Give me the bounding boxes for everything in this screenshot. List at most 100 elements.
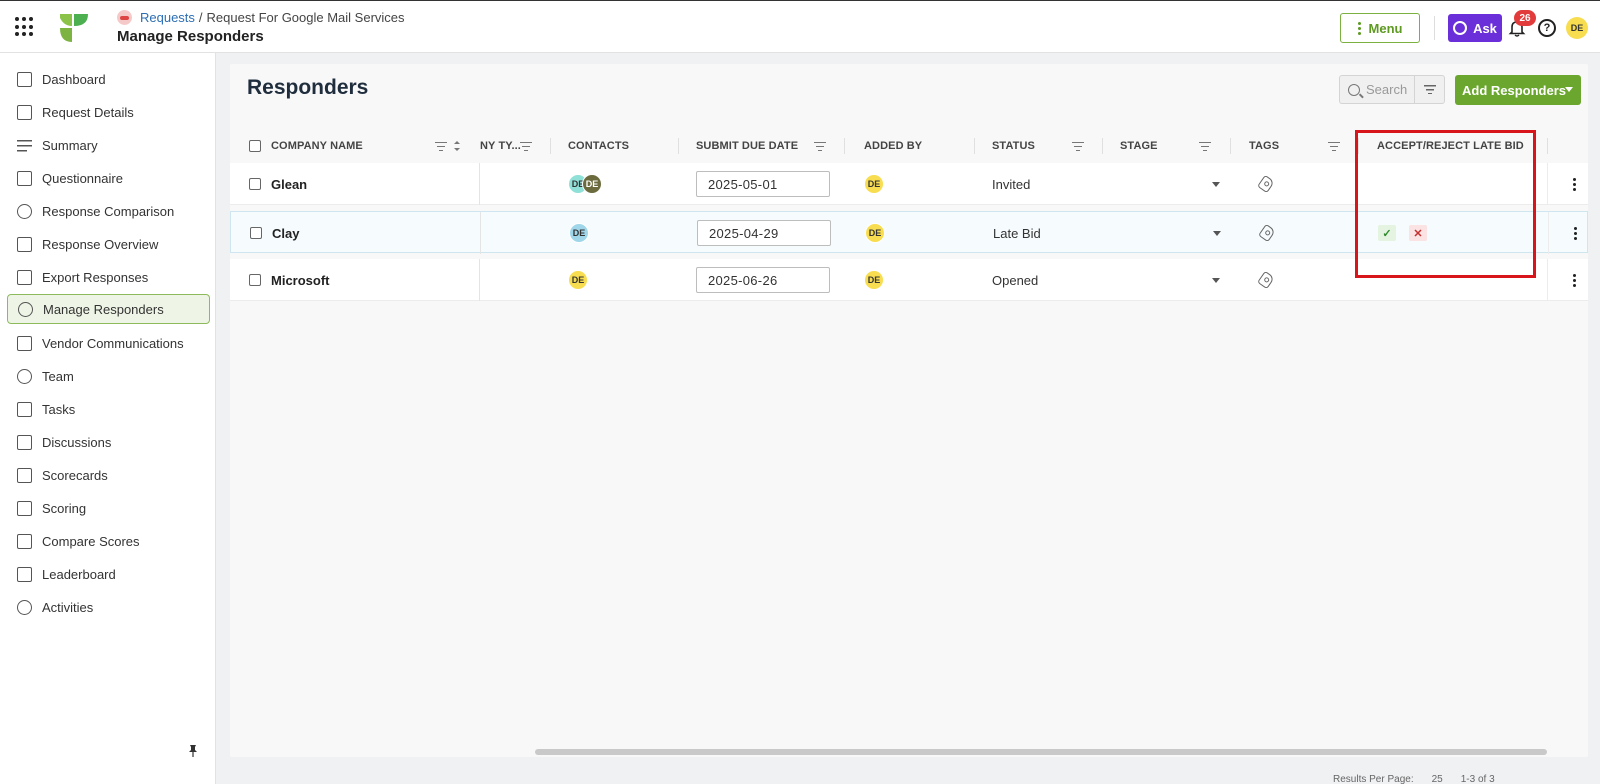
filter-button[interactable] (1414, 75, 1445, 104)
help-icon[interactable]: ? (1538, 19, 1556, 37)
stage-dropdown[interactable] (1213, 212, 1221, 254)
due-date-input[interactable]: 2025-06-26 (696, 267, 830, 293)
export-icon (17, 269, 32, 285)
breadcrumb-requests-link[interactable]: Requests (140, 10, 195, 25)
ask-button[interactable]: Ask (1448, 14, 1502, 42)
contact-avatar[interactable]: DE (569, 223, 589, 243)
pin-icon[interactable] (189, 745, 197, 757)
user-avatar[interactable]: DE (1566, 17, 1588, 39)
column-header-stage[interactable]: STAGE (1120, 130, 1158, 162)
column-header-contacts[interactable]: CONTACTS (568, 130, 629, 162)
filter-icon[interactable] (435, 142, 447, 151)
sort-icon[interactable] (454, 141, 460, 151)
filter-icon[interactable] (814, 142, 826, 151)
column-divider (974, 138, 975, 154)
contacts-cell[interactable]: DE (568, 259, 588, 301)
filter-icon[interactable] (520, 142, 532, 151)
company-name[interactable]: Clay (272, 212, 299, 254)
column-header-company-type[interactable]: NY TY... (480, 130, 521, 162)
added-by-cell: DE (864, 163, 884, 205)
logo[interactable] (58, 12, 90, 44)
row-checkbox[interactable] (249, 259, 261, 301)
sidebar-item-summary[interactable]: Summary (7, 130, 210, 160)
company-name[interactable]: Microsoft (271, 259, 330, 301)
add-responders-button[interactable]: Add Responders (1455, 75, 1581, 105)
tasks-icon (17, 401, 32, 417)
team-icon (17, 368, 32, 384)
menu-button[interactable]: Menu (1340, 13, 1420, 43)
sidebar-item-leaderboard[interactable]: Leaderboard (7, 559, 210, 589)
row-actions-kebab-icon[interactable] (1574, 227, 1577, 240)
sidebar-item-scorecards[interactable]: Scorecards (7, 460, 210, 490)
row-checkbox[interactable] (249, 163, 261, 205)
comparison-icon (17, 203, 32, 219)
sidebar-item-activities[interactable]: Activities (7, 592, 210, 622)
contact-avatar[interactable]: DE (582, 174, 602, 194)
apps-grid-icon[interactable] (15, 17, 35, 37)
reject-late-bid-button[interactable]: ✕ (1409, 225, 1427, 241)
add-responders-label: Add Responders (1462, 82, 1567, 98)
added-by-avatar[interactable]: DE (864, 270, 884, 290)
sidebar-item-vendor-communications[interactable]: Vendor Communications (7, 328, 210, 358)
due-date-input[interactable]: 2025-05-01 (696, 171, 830, 197)
sidebar-item-label: Summary (42, 137, 98, 153)
sidebar-item-dashboard[interactable]: Dashboard (7, 64, 210, 94)
tags-cell[interactable] (1257, 259, 1275, 301)
document-icon (17, 104, 32, 120)
search-input[interactable]: Search (1339, 75, 1414, 104)
column-divider (1102, 138, 1103, 154)
sidebar-item-team[interactable]: Team (7, 361, 210, 391)
company-name[interactable]: Glean (271, 163, 307, 205)
sidebar-item-scoring[interactable]: Scoring (7, 493, 210, 523)
dashboard-icon (17, 71, 32, 87)
chevron-down-icon[interactable] (1565, 87, 1573, 92)
sidebar-item-compare-scores[interactable]: Compare Scores (7, 526, 210, 556)
table-row[interactable]: Glean DE DE 2025-05-01 DE Invited (230, 163, 1588, 205)
select-all-checkbox[interactable] (249, 130, 261, 162)
notification-count-badge: 26 (1514, 10, 1536, 26)
filter-icon[interactable] (1199, 142, 1211, 151)
contacts-cell[interactable]: DE DE (568, 163, 602, 205)
sidebar-item-questionnaire[interactable]: Questionnaire (7, 163, 210, 193)
stage-dropdown[interactable] (1212, 259, 1220, 301)
column-header-added-by[interactable]: ADDED BY (864, 130, 922, 162)
column-header-accept-reject-late-bid[interactable]: ACCEPT/REJECT LATE BID (1377, 130, 1524, 162)
stage-dropdown[interactable] (1212, 163, 1220, 205)
sidebar-item-export-responses[interactable]: Export Responses (7, 262, 210, 292)
sidebar-item-response-overview[interactable]: Response Overview (7, 229, 210, 259)
due-date-input[interactable]: 2025-04-29 (697, 220, 831, 246)
filter-icon[interactable] (1328, 142, 1340, 151)
column-divider (1547, 163, 1548, 205)
column-header-tags[interactable]: TAGS (1249, 130, 1279, 162)
status-text: Late Bid (993, 225, 1041, 241)
pagination-footer: Results Per Page: 25 1-3 of 3 (1333, 774, 1495, 784)
table-row[interactable]: Microsoft DE 2025-06-26 DE Opened (230, 259, 1588, 301)
table-row[interactable]: Clay DE 2025-04-29 DE Late Bid ✓ ✕ (230, 211, 1588, 254)
accept-late-bid-button[interactable]: ✓ (1378, 225, 1396, 241)
tag-icon (1257, 270, 1275, 290)
results-per-page-select[interactable]: 25 (1432, 774, 1443, 784)
contact-avatar[interactable]: DE (568, 270, 588, 290)
sidebar-item-tasks[interactable]: Tasks (7, 394, 210, 424)
row-actions-kebab-icon[interactable] (1573, 178, 1576, 191)
column-header-company-name[interactable]: COMPANY NAME (271, 130, 363, 162)
horizontal-scrollbar[interactable] (535, 749, 1547, 755)
sidebar-item-manage-responders[interactable]: Manage Responders (7, 294, 210, 324)
column-header-submit-due-date[interactable]: SUBMIT DUE DATE (696, 130, 798, 162)
sidebar-item-response-comparison[interactable]: Response Comparison (7, 196, 210, 226)
filter-icon[interactable] (1072, 142, 1084, 151)
tags-cell[interactable] (1257, 163, 1275, 205)
chevron-down-icon (1212, 181, 1220, 187)
row-checkbox[interactable] (250, 212, 262, 254)
added-by-cell: DE (864, 259, 884, 301)
row-actions-kebab-icon[interactable] (1573, 274, 1576, 287)
sidebar-item-request-details[interactable]: Request Details (7, 97, 210, 127)
tags-cell[interactable] (1258, 212, 1276, 254)
sidebar-item-label: Leaderboard (42, 566, 116, 582)
added-by-avatar[interactable]: DE (865, 223, 885, 243)
sidebar-item-discussions[interactable]: Discussions (7, 427, 210, 457)
column-header-status[interactable]: STATUS (992, 130, 1035, 162)
chevron-down-icon (1213, 230, 1221, 236)
added-by-avatar[interactable]: DE (864, 174, 884, 194)
contacts-cell[interactable]: DE (569, 212, 589, 254)
